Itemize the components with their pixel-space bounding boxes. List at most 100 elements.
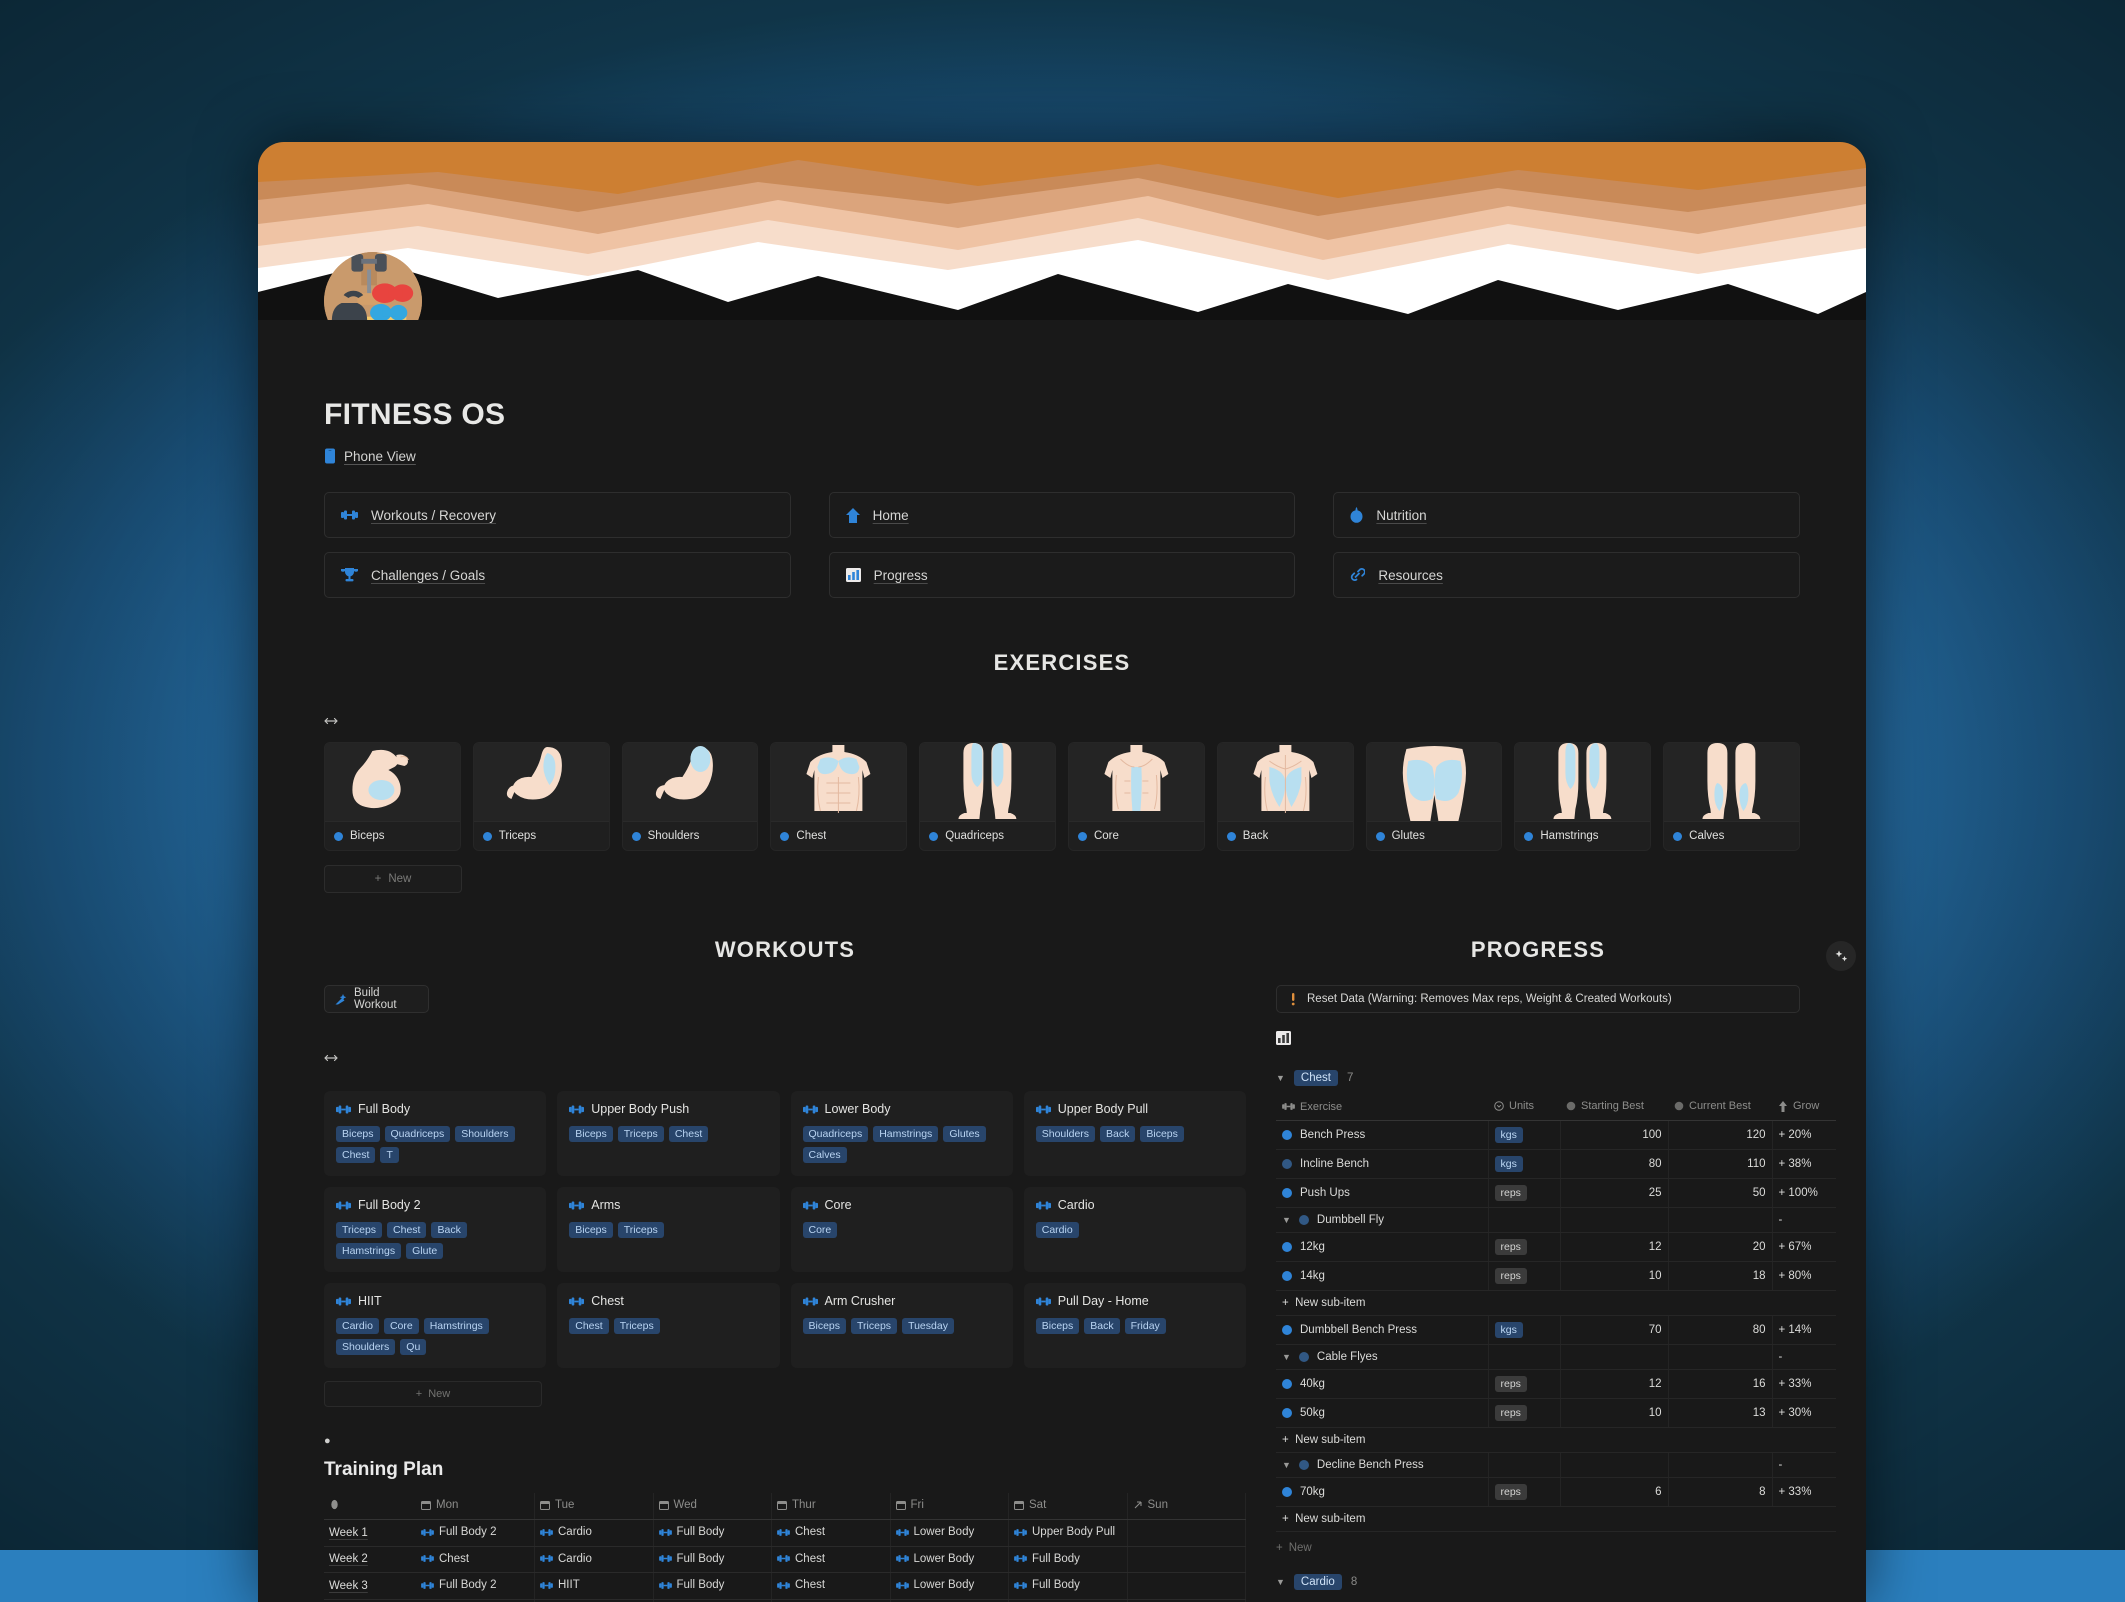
cell-mon[interactable]: Full Body 2	[416, 1573, 535, 1600]
new-sub-item-button[interactable]: + New sub-item	[1276, 1506, 1836, 1531]
th-current-best[interactable]: Current Best	[1668, 1095, 1772, 1120]
tag[interactable]: Hamstrings	[336, 1243, 401, 1259]
tag[interactable]: Friday	[1125, 1318, 1166, 1334]
exercises-new-button[interactable]: + New	[324, 865, 462, 893]
workout-card[interactable]: Full Body Biceps Quadriceps Shoulders Ch…	[324, 1091, 546, 1176]
tag[interactable]: Shoulders	[1036, 1126, 1095, 1142]
tag[interactable]: Glutes	[943, 1126, 985, 1142]
workouts-new-button[interactable]: + New	[324, 1381, 542, 1407]
exercise-card-hamstrings[interactable]: Hamstrings	[1514, 742, 1651, 851]
th-growth[interactable]: Grow	[1772, 1095, 1836, 1120]
workout-card[interactable]: Upper Body Pull Shoulders Back Biceps	[1024, 1091, 1246, 1176]
workout-card[interactable]: Chest Chest Triceps	[557, 1283, 779, 1368]
table-row[interactable]: + New sub-item	[1276, 1506, 1836, 1531]
tag[interactable]: Cardio	[1036, 1222, 1079, 1238]
cell-sat[interactable]: Upper Body Pull	[1009, 1520, 1128, 1547]
th-growth[interactable]: Grow	[1772, 1599, 1836, 1602]
tag[interactable]: Chest	[569, 1318, 608, 1334]
th-week[interactable]	[324, 1493, 416, 1520]
table-row[interactable]: Incline Benchkgs80110+ 38%	[1276, 1149, 1836, 1178]
workout-card[interactable]: Lower Body Quadriceps Hamstrings Glutes …	[791, 1091, 1013, 1176]
tag[interactable]: Biceps	[336, 1126, 380, 1142]
table-row[interactable]: + New sub-item	[1276, 1290, 1836, 1315]
th-sun[interactable]: Sun	[1127, 1493, 1246, 1520]
tag[interactable]: Core	[384, 1318, 419, 1334]
tag[interactable]: Quadriceps	[385, 1126, 451, 1142]
table-row[interactable]: 40kgreps1216+ 33%	[1276, 1369, 1836, 1398]
table-row[interactable]: Bench Presskgs100120+ 20%	[1276, 1120, 1836, 1149]
tag[interactable]: Triceps	[851, 1318, 897, 1334]
tag[interactable]: T	[380, 1147, 398, 1163]
cell-sat[interactable]: Full Body	[1009, 1573, 1128, 1600]
table-row[interactable]: Push Upsreps2550+ 100%	[1276, 1178, 1836, 1207]
group-header[interactable]: ▼ Cardio 8	[1276, 1574, 1800, 1590]
nav-button-resources[interactable]: Resources	[1333, 552, 1800, 598]
reset-data-button[interactable]: Reset Data (Warning: Removes Max reps, W…	[1276, 985, 1800, 1013]
table-row[interactable]: 14kgreps1018+ 80%	[1276, 1261, 1836, 1290]
table-row[interactable]: Dumbbell Bench Presskgs7080+ 14%	[1276, 1315, 1836, 1344]
cell-tue[interactable]: HIIT	[535, 1573, 654, 1600]
tag[interactable]: Chest	[336, 1147, 375, 1163]
tag[interactable]: Triceps	[614, 1318, 660, 1334]
nav-button-workouts-recovery[interactable]: Workouts / Recovery	[324, 492, 791, 538]
group-header[interactable]: ▼ Chest 7	[1276, 1070, 1800, 1086]
th-fri[interactable]: Fri	[890, 1493, 1009, 1520]
exercise-card-glutes[interactable]: Glutes	[1366, 742, 1503, 851]
progress-new-button[interactable]: + New	[1276, 1542, 1800, 1554]
tag[interactable]: Calves	[803, 1147, 847, 1163]
workout-card[interactable]: Arm Crusher Biceps Triceps Tuesday	[791, 1283, 1013, 1368]
th-sat[interactable]: Sat	[1009, 1493, 1128, 1520]
tag[interactable]: Qu	[400, 1339, 426, 1355]
workout-card[interactable]: Pull Day - Home Biceps Back Friday	[1024, 1283, 1246, 1368]
workout-card[interactable]: Upper Body Push Biceps Triceps Chest	[557, 1091, 779, 1176]
th-exercise[interactable]: Exercise	[1276, 1599, 1488, 1602]
tag[interactable]: Core	[803, 1222, 838, 1238]
tag[interactable]: Biceps	[569, 1126, 613, 1142]
chevron-down-icon[interactable]: ▼	[1276, 1073, 1285, 1083]
th-starting-best[interactable]: Starting Best	[1560, 1599, 1668, 1602]
table-row[interactable]: Week 1 Full Body 2 Cardio Full Body Ches…	[324, 1520, 1246, 1547]
tag[interactable]: Biceps	[1140, 1126, 1184, 1142]
nav-button-challenges-goals[interactable]: Challenges / Goals	[324, 552, 791, 598]
cell-mon[interactable]: Full Body 2	[416, 1520, 535, 1547]
chevron-down-icon[interactable]: ▼	[1282, 1352, 1291, 1362]
tag[interactable]: Chest	[387, 1222, 426, 1238]
tag[interactable]: Tuesday	[902, 1318, 954, 1334]
tag[interactable]: Biceps	[803, 1318, 847, 1334]
cell-wed[interactable]: Full Body	[653, 1573, 772, 1600]
workout-card[interactable]: Core Core	[791, 1187, 1013, 1272]
tag[interactable]: Glute	[406, 1243, 443, 1259]
new-sub-item-button[interactable]: + New sub-item	[1276, 1290, 1836, 1315]
table-row[interactable]: Week 3 Full Body 2 HIIT Full Body Chest …	[324, 1573, 1246, 1600]
exercise-card-biceps[interactable]: Biceps	[324, 742, 461, 851]
chevron-down-icon[interactable]: ▼	[1282, 1215, 1291, 1225]
workout-card[interactable]: HIIT Cardio Core Hamstrings Shoulders Qu	[324, 1283, 546, 1368]
tag[interactable]: Shoulders	[336, 1339, 395, 1355]
nav-button-progress[interactable]: Progress	[829, 552, 1296, 598]
cell-sun[interactable]	[1127, 1573, 1246, 1600]
ai-assist-button[interactable]	[1826, 941, 1856, 971]
exercise-card-chest[interactable]: Chest	[770, 742, 907, 851]
nav-button-home[interactable]: Home	[829, 492, 1296, 538]
exercise-card-core[interactable]: Core	[1068, 742, 1205, 851]
table-row[interactable]: ▼Cable Flyes-	[1276, 1344, 1836, 1369]
tag[interactable]: Triceps	[336, 1222, 382, 1238]
tag[interactable]: Back	[1100, 1126, 1135, 1142]
th-units[interactable]: Units	[1488, 1095, 1560, 1120]
table-row[interactable]: + New sub-item	[1276, 1427, 1836, 1452]
chevron-down-icon[interactable]: ▼	[1276, 1577, 1285, 1587]
workouts-drag-handle[interactable]	[324, 1051, 1246, 1065]
tag[interactable]: Biceps	[569, 1222, 613, 1238]
tag[interactable]: Chest	[669, 1126, 708, 1142]
phone-view-link[interactable]: Phone View	[324, 448, 1800, 464]
cell-thur[interactable]: Chest	[772, 1520, 891, 1547]
th-starting-best[interactable]: Starting Best	[1560, 1095, 1668, 1120]
th-tue[interactable]: Tue	[535, 1493, 654, 1520]
chevron-down-icon[interactable]: ▼	[1282, 1460, 1291, 1470]
th-exercise[interactable]: Exercise	[1276, 1095, 1488, 1120]
tag[interactable]: Back	[431, 1222, 466, 1238]
th-mon[interactable]: Mon	[416, 1493, 535, 1520]
build-workout-button[interactable]: Build Workout	[324, 985, 429, 1013]
th-thur[interactable]: Thur	[772, 1493, 891, 1520]
exercise-card-triceps[interactable]: Triceps	[473, 742, 610, 851]
